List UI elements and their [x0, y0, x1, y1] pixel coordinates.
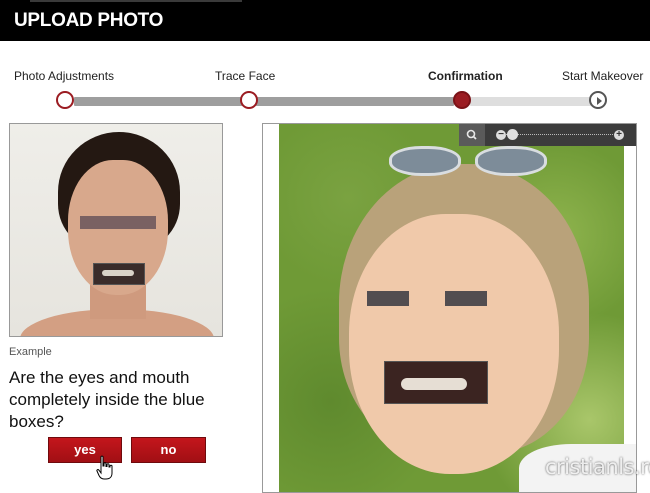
- confirmation-question: Are the eyes and mouth completely inside…: [9, 368, 205, 431]
- step-node-trace-face[interactable]: [240, 91, 258, 109]
- step-node-photo-adjustments[interactable]: [56, 91, 74, 109]
- stepper-track-completed: [74, 97, 454, 106]
- step-label-photo-adjustments[interactable]: Photo Adjustments: [14, 69, 114, 83]
- step-label-trace-face[interactable]: Trace Face: [215, 69, 275, 83]
- step-node-start-makeover: [589, 91, 607, 109]
- zoom-toolbar: − +: [459, 124, 636, 146]
- no-button[interactable]: no: [131, 437, 206, 463]
- photo-sunglasses: [383, 142, 553, 184]
- zoom-slider-track[interactable]: [505, 134, 617, 135]
- step-label-start-makeover: Start Makeover: [562, 69, 644, 83]
- photo-face: [349, 214, 559, 474]
- stepper-track-remaining: [470, 97, 592, 106]
- example-image: [9, 123, 223, 337]
- mouth-box[interactable]: [384, 361, 488, 404]
- left-eye-box[interactable]: [367, 291, 409, 306]
- header-bar: UPLOAD PHOTO: [0, 0, 650, 41]
- zoom-in-icon[interactable]: +: [614, 130, 624, 140]
- play-arrow-icon: [597, 97, 602, 105]
- header-strip: [30, 0, 242, 2]
- step-node-confirmation: [453, 91, 471, 109]
- right-eye-box[interactable]: [445, 291, 487, 306]
- zoom-slider-handle[interactable]: [507, 129, 518, 140]
- uploaded-photo-frame[interactable]: − +: [262, 123, 637, 493]
- watermark: cristianls.ro: [545, 455, 650, 479]
- step-label-confirmation: Confirmation: [428, 69, 503, 83]
- zoom-out-icon[interactable]: −: [496, 130, 506, 140]
- example-label: Example: [9, 346, 52, 358]
- page-title: UPLOAD PHOTO: [14, 10, 164, 31]
- magnifier-icon: [466, 129, 477, 140]
- magnifier-button[interactable]: [459, 124, 485, 146]
- example-eyes-box: [80, 216, 156, 229]
- uploaded-photo: [279, 124, 636, 492]
- example-mouth-box: [93, 263, 145, 285]
- hand-cursor-icon: [96, 455, 113, 480]
